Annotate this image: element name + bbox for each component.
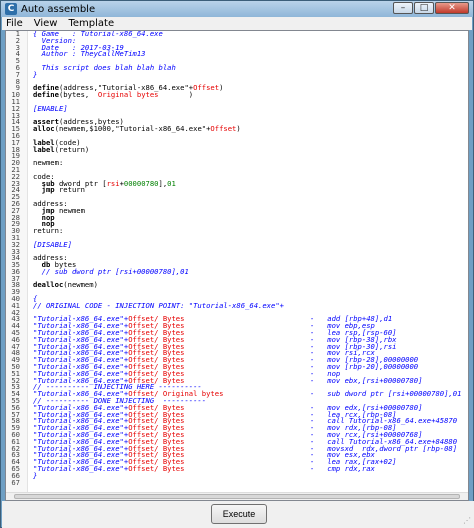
code-token: [ENABLE] — [33, 103, 68, 113]
code-line: 30 return: — [6, 226, 466, 236]
code-token: - sub dword ptr [rsi+00000780],01 — [223, 389, 462, 399]
code-line: 28 nop — [6, 213, 466, 222]
line-number: 67 — [11, 477, 20, 487]
code-line: 32 [DISABLE] — [6, 239, 466, 249]
menu-template[interactable]: Template — [68, 18, 114, 29]
code-token: ) — [219, 83, 224, 93]
code-text: newmem: — [33, 158, 64, 168]
code-token: - cmp rdx,rax — [184, 464, 375, 473]
code-token: "Tutorial-x86_64.exe"+ — [33, 464, 129, 473]
code-token: This script does blah blah blah — [33, 62, 176, 72]
code-token: label — [33, 144, 55, 154]
code-token: Offset — [210, 124, 237, 134]
code-token: 00000780 — [123, 178, 159, 188]
code-text: // sub dword ptr [rsi+00000780],01 — [33, 266, 189, 276]
code-line: 65 "Tutorial-x86_64.exe"+Offset/ Bytes - … — [6, 464, 466, 473]
code-line: 21 — [6, 166, 466, 174]
code-text: jmp return — [33, 185, 85, 195]
bottom-panel: Execute ⋰ — [2, 501, 474, 528]
code-line: 39 — [6, 288, 466, 296]
menu-bar: File View Template — [2, 17, 472, 30]
code-token: (return) — [54, 144, 90, 154]
code-line: 10 define(bytes, Original bytes ) — [6, 90, 466, 100]
code-line: 27 jmp newmem — [6, 205, 466, 215]
resize-grip-icon[interactable]: ⋰ — [463, 517, 472, 526]
window-controls: – □ ✕ — [393, 2, 469, 14]
auto-assemble-window: C Auto assemble – □ ✕ File View Template… — [0, 0, 474, 528]
code-line: 33 — [6, 247, 466, 256]
scrollbar-thumb[interactable] — [14, 494, 460, 499]
code-text: "Tutorial-x86_64.exe"+Offset/ Bytes - cm… — [33, 464, 375, 473]
code-text: [ENABLE] — [33, 103, 68, 113]
maximize-button[interactable]: □ — [414, 2, 434, 14]
code-token: newmem — [54, 205, 85, 215]
code-line: 41// ORIGINAL CODE - INJECTION POINT: "T… — [6, 300, 466, 310]
cheat-engine-icon: C — [5, 3, 17, 15]
code-token: Offset/ Bytes — [128, 464, 185, 473]
close-button[interactable]: ✕ — [435, 2, 469, 14]
code-line: 19 — [6, 152, 466, 160]
menu-file[interactable]: File — [6, 18, 23, 29]
code-token: ) — [236, 124, 241, 134]
code-text: This script does blah blah blah — [33, 62, 176, 72]
code-token: - mov ebx,[rsi+00000780] — [184, 375, 423, 385]
code-token: // sub dword ptr [rsi+00000780],01 — [33, 266, 189, 276]
code-token: define — [33, 90, 59, 100]
code-lines: 1{ Game : Tutorial-x86_64.exe 2 Version: 3… — [6, 31, 466, 486]
title-bar[interactable]: C Auto assemble – □ ✕ — [1, 1, 473, 17]
code-line: 12 [ENABLE] — [6, 103, 466, 113]
code-line: 15 alloc(newmem,$1000,"Tutorial-x86_64.ex… — [6, 124, 466, 134]
code-text: } — [33, 470, 38, 480]
code-token: } — [33, 470, 38, 480]
code-token: rsi — [106, 178, 120, 188]
code-token: ], — [158, 178, 168, 188]
code-token: Author : TheyCallMeTim13 — [33, 49, 146, 59]
code-text: dealloc(newmem) — [33, 280, 98, 290]
menu-view[interactable]: View — [34, 18, 58, 29]
code-token: return: — [33, 226, 64, 236]
code-line: 18 label(return) — [6, 144, 466, 154]
code-text: alloc(newmem,$1000,"Tutorial-x86_64.exe"… — [33, 124, 241, 134]
code-token: return — [54, 185, 85, 195]
code-text: define(bytes, Original bytes ) — [33, 90, 194, 100]
code-text: [DISABLE] — [33, 239, 72, 249]
code-line: 31 — [6, 234, 466, 242]
code-token: Offset — [193, 83, 220, 93]
horizontal-scrollbar[interactable] — [6, 492, 468, 500]
window-title: Auto assemble — [21, 3, 96, 15]
code-line: 11 — [6, 98, 466, 106]
code-text: return: — [33, 226, 64, 236]
code-token: [DISABLE] — [33, 239, 72, 249]
code-text: Author : TheyCallMeTim13 — [33, 49, 146, 59]
code-token: // ORIGINAL CODE - INJECTION POINT: "Tut… — [33, 300, 284, 310]
code-line: 7} — [6, 69, 466, 79]
code-token: 01 — [167, 178, 176, 188]
code-token: dealloc — [33, 280, 64, 290]
code-text: label(return) — [33, 144, 90, 154]
code-token: ) — [158, 90, 194, 100]
code-token: Original bytes — [97, 90, 159, 100]
code-line: 38 dealloc(newmem) — [6, 280, 466, 290]
code-line: 25 — [6, 193, 466, 201]
code-line: 6 This script does blah blah blah — [6, 62, 466, 72]
code-line: 20 newmem: — [6, 158, 466, 168]
code-line: 67 — [6, 477, 466, 487]
code-token: (newmem,$1000,"Tutorial-x86_64.exe"+ — [54, 124, 211, 134]
code-token: (bytes, — [58, 90, 98, 100]
execute-button[interactable]: Execute — [211, 504, 267, 524]
code-token: } — [33, 69, 38, 79]
code-token: (newmem) — [63, 280, 98, 290]
code-line: 4 Author : TheyCallMeTim13 — [6, 49, 466, 59]
code-token: jmp — [33, 185, 55, 195]
code-line: 29 nop — [6, 220, 466, 228]
code-token: alloc — [33, 124, 55, 134]
code-text: } — [33, 69, 38, 79]
code-line: 36 // sub dword ptr [rsi+00000780],01 — [6, 266, 466, 276]
code-line: 66} — [6, 470, 466, 480]
code-line: 24 jmp return — [6, 185, 466, 195]
script-editor[interactable]: 1{ Game : Tutorial-x86_64.exe 2 Version: 3… — [5, 30, 469, 501]
code-text: // ORIGINAL CODE - INJECTION POINT: "Tut… — [33, 300, 284, 310]
minimize-button[interactable]: – — [393, 2, 413, 14]
code-token: newmem: — [33, 158, 64, 168]
